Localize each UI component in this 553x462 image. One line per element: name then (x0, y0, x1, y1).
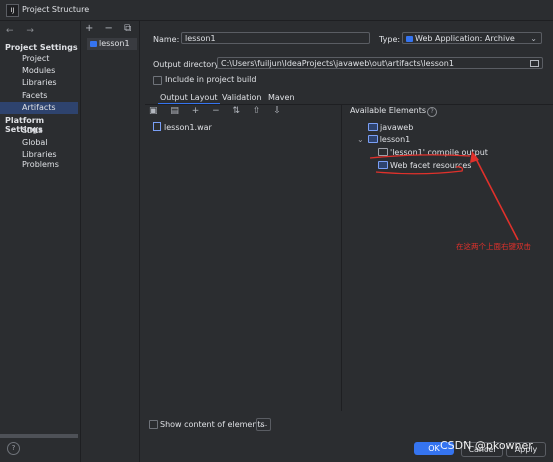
tab-maven[interactable]: Maven (268, 91, 295, 104)
type-label: Type: (379, 35, 401, 44)
folder-icon (378, 148, 388, 156)
output-directory-label: Output directory: (153, 60, 222, 69)
sidebar-item-libraries[interactable]: Libraries (0, 77, 78, 89)
output-directory-input[interactable]: C:\Users\fuiljun\IdeaProjects\javaweb\ou… (217, 57, 543, 69)
show-content-checkbox[interactable] (149, 420, 158, 429)
compile-output-label: 'lesson1' compile output (390, 148, 488, 157)
back-forward-arrows-icon[interactable]: ← → (6, 26, 39, 36)
window-title: Project Structure (22, 5, 90, 14)
web-facet-resources-label: Web facet resources (390, 161, 472, 170)
module-folder-icon (367, 135, 378, 143)
javaweb-label: javaweb (380, 123, 414, 132)
artifacts-list-panel: + − ⧉ lesson1 (81, 21, 140, 462)
tree-item-lesson1[interactable]: ⌄ lesson1 (357, 135, 410, 144)
help-circle-icon[interactable]: ? (427, 107, 438, 117)
available-elements-header: Available Elements? (350, 106, 438, 117)
name-input[interactable]: lesson1 (181, 32, 370, 44)
tree-item-web-facet-resources[interactable]: Web facet resources (378, 161, 471, 170)
artifact-item-label: lesson1 (99, 39, 130, 48)
browse-folder-icon[interactable] (530, 60, 539, 67)
watermark: CSDN @pkowner (440, 439, 533, 452)
lesson1-module-label: lesson1 (379, 135, 411, 144)
module-folder-icon (368, 123, 378, 131)
sidebar-scrollbar[interactable] (0, 434, 78, 438)
annotation-text: 在这两个上面右键双击 (456, 242, 531, 251)
sidebar-item-problems[interactable]: Problems (0, 159, 78, 171)
help-icon[interactable]: ? (7, 442, 20, 455)
include-in-build-label: Include in project build (165, 75, 257, 84)
include-in-build-checkbox[interactable] (153, 76, 162, 85)
title-bar: IJ Project Structure (0, 0, 553, 21)
artifact-item[interactable]: lesson1 (87, 38, 137, 50)
intellij-logo-icon: IJ (6, 4, 19, 17)
war-tree-item[interactable]: lesson1.war (153, 122, 212, 132)
name-label: Name: (153, 35, 180, 44)
available-elements-title: Available Elements (350, 106, 427, 115)
arrow-shaft (473, 154, 519, 241)
type-value: Web Application: Archive (415, 34, 515, 43)
sidebar-item-sdks[interactable]: SDKs (0, 125, 78, 137)
chevron-down-icon: ⌄ (530, 34, 537, 43)
sidebar-item-global-libraries[interactable]: Global Libraries (0, 137, 78, 159)
sidebar: ← → Project Settings Project Modules Lib… (0, 21, 81, 462)
project-settings-header: Project Settings (5, 43, 78, 52)
sidebar-item-facets[interactable]: Facets (0, 90, 78, 102)
web-facet-icon (378, 161, 388, 169)
tree-item-javaweb[interactable]: javaweb (368, 123, 413, 132)
type-dropdown[interactable]: Web Application: Archive ⌄ (402, 32, 542, 44)
show-content-label: Show content of elements (160, 420, 265, 429)
expand-chevron-icon[interactable]: ⌄ (357, 135, 364, 144)
artifact-icon (90, 41, 97, 47)
tab-output-layout[interactable]: Output Layout (158, 91, 220, 105)
war-label: lesson1.war (164, 123, 212, 132)
sidebar-item-artifacts[interactable]: Artifacts (0, 102, 78, 114)
more-options-button[interactable]: ... (256, 418, 271, 431)
artifacts-toolbar[interactable]: + − ⧉ (85, 23, 135, 34)
sidebar-item-modules[interactable]: Modules (0, 65, 78, 77)
tab-validation[interactable]: Validation (222, 91, 262, 104)
tree-item-compile-output[interactable]: 'lesson1' compile output (378, 148, 488, 157)
web-app-icon (406, 36, 413, 42)
output-layout-panel: ▣ ▤ + − ⇅ ⇧ ⇩ lesson1.war (145, 105, 342, 411)
sidebar-item-project[interactable]: Project (0, 53, 78, 65)
output-directory-value: C:\Users\fuiljun\IdeaProjects\javaweb\ou… (221, 59, 454, 68)
output-layout-toolbar[interactable]: ▣ ▤ + − ⇅ ⇧ ⇩ (149, 106, 286, 116)
archive-icon (153, 122, 161, 131)
